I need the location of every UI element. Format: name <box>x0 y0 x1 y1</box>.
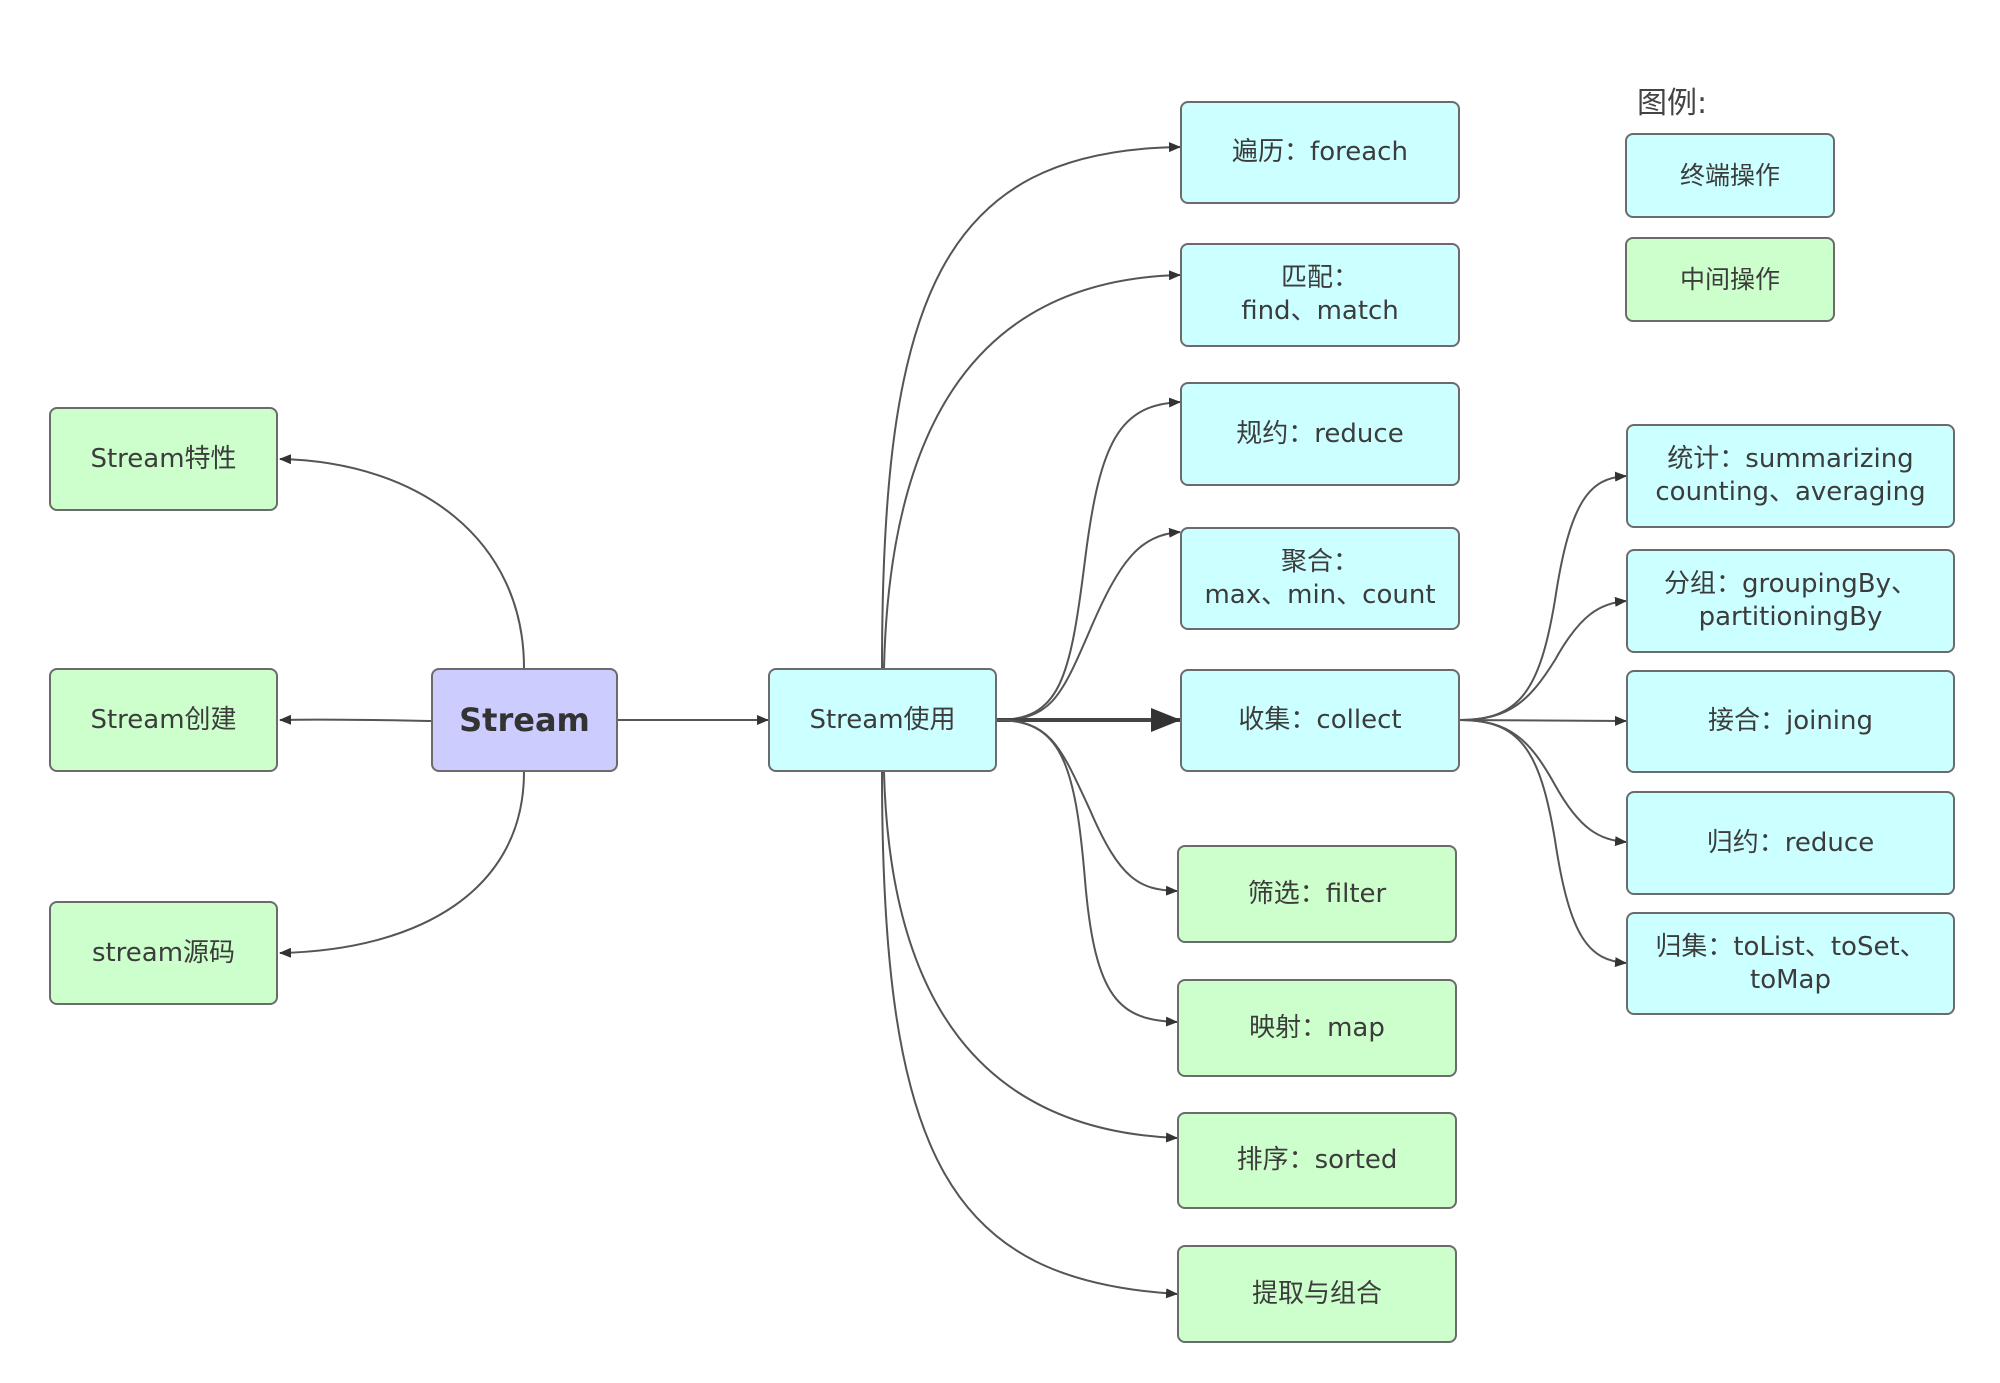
edge-collect-reducing <box>1459 719 1627 847</box>
node-stream-root[interactable]: Stream <box>431 668 618 772</box>
node-op-extract[interactable]: 提取与组合 <box>1177 1245 1457 1343</box>
edge-usage-sorted <box>883 771 1178 1143</box>
node-op-foreach[interactable]: 遍历：foreach <box>1180 101 1460 204</box>
node-stream-usage[interactable]: Stream使用 <box>768 668 997 772</box>
legend-item-intermediate: 中间操作 <box>1625 237 1835 322</box>
legend-item-terminal: 终端操作 <box>1625 133 1835 218</box>
edge-stream-create <box>279 714 432 725</box>
node-op-sorted[interactable]: 排序：sorted <box>1177 1112 1457 1209</box>
node-stream-source[interactable]: stream源码 <box>49 901 278 1005</box>
edge-collect-summarizing <box>1459 471 1627 721</box>
edge-usage-match <box>883 270 1181 669</box>
node-stream-create[interactable]: Stream创建 <box>49 668 278 772</box>
node-op-collect[interactable]: 收集：collect <box>1180 669 1460 772</box>
legend-title: 图例: <box>1637 86 1708 121</box>
edge-collect-grouping <box>1459 596 1627 721</box>
node-op-match[interactable]: 匹配： find、match <box>1180 243 1460 347</box>
node-collector-summarizing[interactable]: 统计：summarizing counting、averaging <box>1626 424 1955 528</box>
edge-usage-aggregate <box>996 527 1181 721</box>
node-collector-tocollection[interactable]: 归集：toList、toSet、 toMap <box>1626 912 1955 1015</box>
edge-usage-extract <box>881 771 1178 1299</box>
edge-collect-joining <box>1459 715 1627 726</box>
node-op-filter[interactable]: 筛选：filter <box>1177 845 1457 943</box>
edge-collect-tocollection <box>1459 719 1627 968</box>
edge-usage-foreach <box>881 142 1181 669</box>
node-op-reduce[interactable]: 规约：reduce <box>1180 382 1460 486</box>
edge-stream-source <box>279 771 525 958</box>
node-collector-grouping[interactable]: 分组：groupingBy、 partitioningBy <box>1626 549 1955 653</box>
edge-usage-map <box>996 719 1178 1027</box>
node-op-map[interactable]: 映射：map <box>1177 979 1457 1077</box>
node-op-aggregate[interactable]: 聚合： max、min、count <box>1180 527 1460 630</box>
edge-usage-reduce <box>996 397 1181 721</box>
node-collector-joining[interactable]: 接合：joining <box>1626 670 1955 773</box>
edge-stream-features <box>279 454 525 669</box>
edge-usage-filter <box>996 719 1178 896</box>
node-collector-reducing[interactable]: 归约：reduce <box>1626 791 1955 895</box>
node-stream-features[interactable]: Stream特性 <box>49 407 278 511</box>
